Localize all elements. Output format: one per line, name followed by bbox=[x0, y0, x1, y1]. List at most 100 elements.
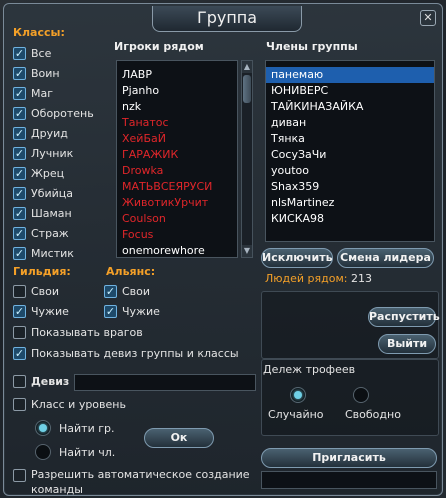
ok-button[interactable]: Ок bbox=[144, 428, 214, 448]
member-list-item[interactable]: ТАЙКИНАЗАЙКА bbox=[266, 99, 434, 115]
alliance-header: Альянс: bbox=[106, 265, 156, 278]
invite-button[interactable]: Пригласить bbox=[261, 448, 437, 468]
player-list-item[interactable]: nzk bbox=[117, 99, 237, 115]
player-list-item[interactable]: Танатос bbox=[117, 115, 237, 131]
class-label: Убийца bbox=[31, 186, 74, 200]
player-list-item[interactable]: ХейБаЙ bbox=[117, 131, 237, 147]
checkbox-box[interactable]: ✓ bbox=[13, 246, 26, 260]
class-checkbox[interactable]: ✓ Все bbox=[13, 45, 51, 61]
checkbox-box[interactable]: ✓ bbox=[104, 304, 117, 318]
checkbox-box[interactable]: ✓ bbox=[13, 66, 26, 80]
checkbox-box[interactable] bbox=[13, 284, 26, 298]
motto-input[interactable] bbox=[74, 374, 256, 391]
class-label: Друид bbox=[31, 126, 68, 140]
show-enemies-checkbox[interactable]: Показывать врагов bbox=[13, 324, 143, 340]
checkbox-box[interactable]: ✓ bbox=[13, 146, 26, 160]
class-checkbox[interactable]: ✓ Убийца bbox=[13, 185, 73, 201]
exclude-button[interactable]: Исключить bbox=[261, 248, 333, 268]
alliance-own-checkbox[interactable]: ✓ Свои bbox=[104, 283, 150, 299]
players-nearby-list[interactable]: ЛАВР Pjanho nzk Танатос ХейБаЙ ГАРАЖИК Drowka М… bbox=[116, 60, 238, 258]
class-checkbox[interactable]: ✓ Мистик bbox=[13, 245, 74, 261]
checkbox-label: Чужие bbox=[122, 304, 160, 318]
checkbox-box[interactable] bbox=[13, 397, 26, 411]
window-title: Группа bbox=[152, 6, 302, 32]
member-list-item[interactable]: nlsMartinez bbox=[266, 195, 434, 211]
loot-random-radio[interactable] bbox=[290, 387, 306, 403]
find-group-radio[interactable] bbox=[35, 420, 51, 436]
scroll-thumb[interactable] bbox=[243, 75, 251, 103]
class-label: Маг bbox=[31, 86, 54, 100]
checkbox-label: Свои bbox=[122, 284, 151, 298]
member-list-item[interactable]: ЮНИВЕРС bbox=[266, 83, 434, 99]
change-leader-button[interactable]: Смена лидера bbox=[337, 248, 434, 268]
member-list-item[interactable]: Тянка bbox=[266, 131, 434, 147]
loot-random-label: Случайно bbox=[268, 408, 324, 421]
class-label: Страж bbox=[31, 226, 69, 240]
class-checkbox[interactable]: ✓ Лучник bbox=[13, 145, 73, 161]
checkbox-box[interactable]: ✓ bbox=[13, 166, 26, 180]
checkbox-box[interactable] bbox=[13, 374, 26, 388]
class-checkbox[interactable]: ✓ Шаман bbox=[13, 205, 72, 221]
player-list-item[interactable]: onemorewhore bbox=[117, 243, 237, 259]
allow-auto-checkbox[interactable]: Разрешить автоматическое создание команд… bbox=[13, 467, 269, 497]
class-checkbox[interactable]: ✓ Оборотень bbox=[13, 105, 94, 121]
checkbox-label: Показывать девиз группы и классы bbox=[31, 346, 239, 360]
checkbox-label: Свои bbox=[31, 284, 60, 298]
player-list-item[interactable]: Drowka bbox=[117, 163, 237, 179]
checkbox-box[interactable]: ✓ bbox=[13, 304, 26, 318]
checkbox-box[interactable] bbox=[13, 325, 26, 339]
motto-checkbox[interactable]: Девиз bbox=[13, 373, 69, 389]
player-list-item[interactable]: ГАРАЖИК bbox=[117, 147, 237, 163]
checkbox-box[interactable]: ✓ bbox=[13, 206, 26, 220]
class-checkbox[interactable]: ✓ Друид bbox=[13, 125, 68, 141]
class-label: Шаман bbox=[31, 206, 72, 220]
member-list-item[interactable]: Shax359 bbox=[266, 179, 434, 195]
member-list-item[interactable]: панемаю bbox=[266, 67, 434, 83]
player-list-item[interactable]: Focus bbox=[117, 227, 237, 243]
class-checkbox[interactable]: ✓ Жрец bbox=[13, 165, 64, 181]
player-list-item[interactable]: ЛАВР bbox=[117, 67, 237, 83]
scroll-up-icon[interactable]: ▲ bbox=[242, 61, 252, 73]
class-label: Оборотень bbox=[31, 106, 94, 120]
class-label: Мистик bbox=[31, 246, 74, 260]
member-list-item[interactable]: КИСКА98 bbox=[266, 211, 434, 227]
guild-header: Гильдия: bbox=[13, 265, 71, 278]
loot-free-radio[interactable] bbox=[353, 387, 369, 403]
find-member-label: Найти чл. bbox=[59, 446, 116, 459]
member-list-item[interactable]: youtoo bbox=[266, 163, 434, 179]
players-scrollbar[interactable]: ▲ ▼ bbox=[241, 60, 253, 258]
leave-button[interactable]: Выйти bbox=[378, 334, 436, 354]
player-list-item[interactable]: МАТЬВСЕЯРУСИ bbox=[117, 179, 237, 195]
alliance-foreign-checkbox[interactable]: ✓ Чужие bbox=[104, 303, 160, 319]
find-member-radio[interactable] bbox=[35, 444, 51, 460]
checkbox-box[interactable]: ✓ bbox=[13, 46, 26, 60]
checkbox-box[interactable]: ✓ bbox=[104, 284, 117, 298]
close-button[interactable]: ✕ bbox=[420, 10, 436, 26]
scroll-down-icon[interactable]: ▼ bbox=[242, 245, 252, 257]
player-list-item[interactable]: ЖивотикУрчит bbox=[117, 195, 237, 211]
disband-button[interactable]: Распустить bbox=[368, 307, 440, 327]
checkbox-box[interactable]: ✓ bbox=[13, 346, 26, 360]
show-motto-checkbox[interactable]: ✓ Показывать девиз группы и классы bbox=[13, 345, 239, 361]
player-list-item[interactable]: Coulson bbox=[117, 211, 237, 227]
member-list-item[interactable]: СосуЗаЧи bbox=[266, 147, 434, 163]
class-checkbox[interactable]: ✓ Воин bbox=[13, 65, 60, 81]
invite-name-input[interactable] bbox=[261, 471, 437, 489]
class-checkbox[interactable]: ✓ Страж bbox=[13, 225, 69, 241]
checkbox-box[interactable]: ✓ bbox=[13, 186, 26, 200]
members-list[interactable]: панемаю ЮНИВЕРС ТАЙКИНАЗАЙКА диван Тянка Сосу… bbox=[265, 60, 435, 242]
class-checkbox[interactable]: ✓ Маг bbox=[13, 85, 53, 101]
checkbox-box[interactable] bbox=[13, 469, 26, 482]
guild-foreign-checkbox[interactable]: ✓ Чужие bbox=[13, 303, 69, 319]
guild-own-checkbox[interactable]: Свои bbox=[13, 283, 59, 299]
checkbox-box[interactable]: ✓ bbox=[13, 106, 26, 120]
checkbox-box[interactable]: ✓ bbox=[13, 86, 26, 100]
checkbox-box[interactable]: ✓ bbox=[13, 126, 26, 140]
class-level-checkbox[interactable]: Класс и уровень bbox=[13, 396, 126, 412]
member-list-item[interactable]: диван bbox=[266, 115, 434, 131]
player-list-item[interactable]: Pjanho bbox=[117, 83, 237, 99]
checkbox-box[interactable]: ✓ bbox=[13, 226, 26, 240]
checkbox-label: Класс и уровень bbox=[31, 397, 126, 411]
people-nearby: Людей рядом: 213 bbox=[265, 272, 372, 285]
checkbox-label: Показывать врагов bbox=[31, 325, 143, 339]
